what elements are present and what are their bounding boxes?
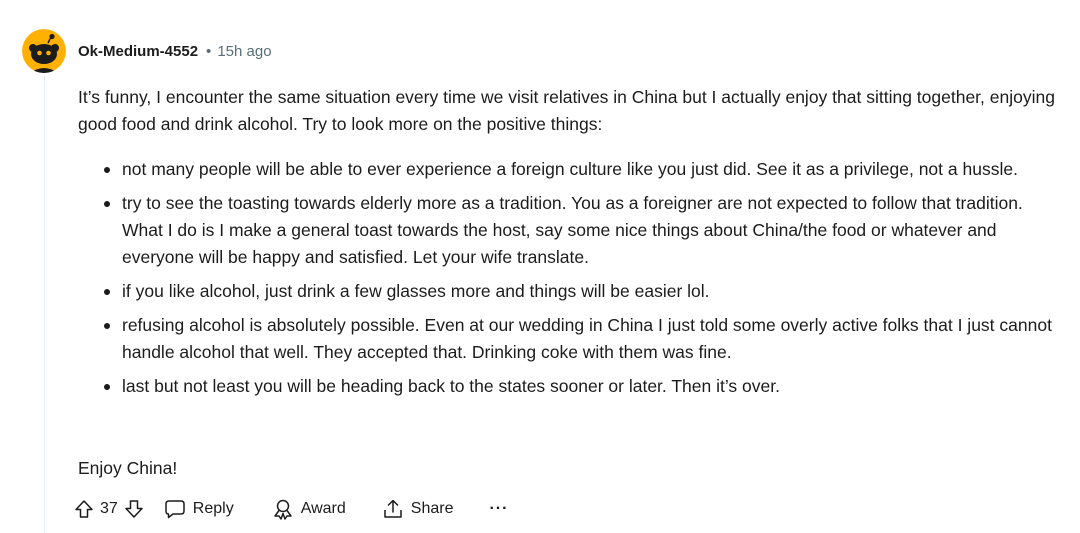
list-item: try to see the toasting towards elderly … <box>104 190 1068 271</box>
share-upload-icon <box>384 499 402 518</box>
reply-label: Reply <box>192 500 234 517</box>
snoo-avatar-icon <box>22 29 66 73</box>
comment-timestamp[interactable]: 15h ago <box>217 43 271 60</box>
comment-header: Ok-Medium-4552 • 15h ago <box>78 40 272 62</box>
comment-body: It’s funny, I encounter the same situati… <box>78 84 1068 407</box>
meta-separator: • <box>206 42 212 60</box>
speech-bubble-icon <box>165 500 185 519</box>
user-avatar[interactable] <box>22 29 66 73</box>
award-label: Award <box>300 500 346 517</box>
comment-intro: It’s funny, I encounter the same situati… <box>78 87 1055 134</box>
award-ribbon-icon <box>273 499 292 520</box>
list-item: if you like alcohol, just drink a few gl… <box>104 278 1068 305</box>
upvote-button[interactable] <box>74 499 94 519</box>
list-item: not many people will be able to ever exp… <box>104 156 1068 183</box>
share-button[interactable]: Share <box>382 498 454 520</box>
more-options-button[interactable]: ··· <box>489 500 508 518</box>
share-label: Share <box>410 500 454 517</box>
reply-button[interactable]: Reply <box>164 499 234 519</box>
downvote-button[interactable] <box>124 499 144 519</box>
comment-action-bar: 37 Reply Award Share ··· <box>74 494 508 524</box>
arrow-down-icon <box>125 500 143 518</box>
list-item: last but not least you will be heading b… <box>104 373 1068 400</box>
author-name[interactable]: Ok-Medium-4552 <box>78 43 198 60</box>
ellipsis-icon: ··· <box>489 500 509 517</box>
thread-line <box>44 76 45 533</box>
comment-signoff: Enjoy China! <box>78 458 178 478</box>
arrow-up-icon <box>75 500 93 518</box>
award-button[interactable]: Award <box>272 498 346 520</box>
bullet-list: not many people will be able to ever exp… <box>78 156 1068 400</box>
list-item: refusing alcohol is absolutely possible.… <box>104 312 1068 366</box>
vote-count: 37 <box>100 500 118 517</box>
